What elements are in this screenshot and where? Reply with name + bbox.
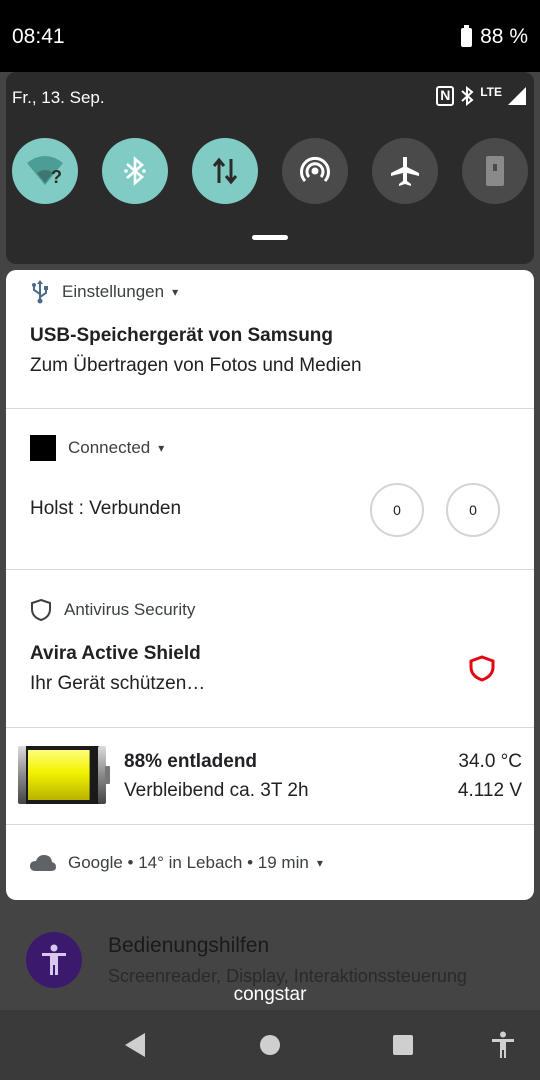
hotspot-icon [300,157,330,183]
svg-text:?: ? [51,167,62,187]
weather-summary: Google • 14° in Lebach • 19 min [68,853,309,872]
connected-notification-header[interactable]: Connected ▾ [30,435,164,461]
usb-title: USB-Speichergerät von Samsung [30,325,334,346]
app-square-icon [30,435,56,461]
wifi-tile[interactable]: ? [12,138,78,204]
home-button[interactable] [253,1028,287,1062]
airplane-icon [391,157,419,186]
chevron-down-icon[interactable]: ▾ [158,441,164,455]
battery-temperature: 34.0 °C [458,751,522,772]
antivirus-notification[interactable]: Antivirus Security Avira Active Shield I… [6,570,534,728]
cloud-icon [30,855,56,871]
connected-app-name: Connected [68,438,151,457]
nfc-icon [436,86,455,106]
bluetooth-small-icon [461,86,474,106]
status-right: 88 % [461,24,528,49]
flashlight-icon [486,156,504,186]
counter-button-1[interactable]: 0 [370,483,424,537]
weather-notification[interactable]: Google • 14° in Lebach • 19 min ▾ [6,825,534,900]
counter-button-2[interactable]: 0 [446,483,500,537]
usb-icon [32,280,48,304]
carrier-label: congstar [233,984,307,1005]
battery-icon [461,24,473,47]
battery-remaining: Verbleibend ca. 3T 2h [124,780,309,801]
battery-voltage: 4.112 V [457,780,522,801]
chevron-down-icon[interactable]: ▾ [172,285,178,299]
hotspot-tile[interactable] [282,138,348,204]
antivirus-app-name: Antivirus Security [64,600,196,619]
bluetooth-tile[interactable] [102,138,168,204]
usb-notification[interactable]: Einstellungen ▾ USB-Speichergerät von Sa… [6,270,534,409]
navigation-bar [0,1010,540,1080]
battery-large-icon [18,746,110,804]
usb-app-name: Einstellungen [62,282,165,301]
notification-card: Einstellungen ▾ USB-Speichergerät von Sa… [6,270,534,900]
wifi-question-icon: ? [27,156,63,187]
antivirus-text: Ihr Gerät schützen… [30,673,206,694]
expand-handle[interactable] [252,235,288,240]
qs-status-icons: LTE [436,85,526,106]
clock: 08:41 [12,25,65,48]
mobile-data-tile[interactable] [192,138,258,204]
recents-button[interactable] [386,1028,420,1062]
battery-notification[interactable]: 88% entladend Verbleibend ca. 3T 2h 34.0… [6,728,534,825]
battery-percent: 88 % [480,25,528,48]
signal-icon [508,87,526,105]
network-type-label: LTE [480,85,502,99]
accessibility-nav-button[interactable] [486,1028,520,1062]
chevron-down-icon[interactable]: ▾ [317,856,323,870]
accessibility-icon [42,944,66,975]
battery-title: 88% entladend [124,751,258,772]
shield-outline-icon [31,598,51,622]
flashlight-tile[interactable] [462,138,528,204]
antivirus-title: Avira Active Shield [30,643,201,664]
data-transfer-icon [212,157,238,185]
airplane-mode-tile[interactable] [372,138,438,204]
usb-text: Zum Übertragen von Fotos und Medien [30,355,362,376]
quick-settings-panel: Fr., 13. Sep. LTE ? [6,72,534,264]
accessibility-app-icon [26,932,82,988]
recents-icon [393,1035,413,1055]
background-app-title: Bedienungshilfen [108,934,270,957]
antivirus-notification-header[interactable]: Antivirus Security [30,598,195,622]
connected-text: Holst : Verbunden [30,498,182,519]
back-button[interactable] [118,1028,152,1062]
weather-notification-header[interactable]: Google • 14° in Lebach • 19 min ▾ [30,853,323,873]
accessibility-nav-icon [492,1031,514,1058]
home-icon [260,1035,280,1055]
bluetooth-icon [124,156,146,186]
avira-shield-icon [469,655,495,682]
back-icon [125,1033,145,1057]
status-bar: 08:41 88 % [0,0,540,72]
connected-notification[interactable]: Connected ▾ Holst : Verbunden 0 0 [6,409,534,570]
usb-notification-header[interactable]: Einstellungen ▾ [30,280,178,304]
date-label: Fr., 13. Sep. [12,88,105,107]
